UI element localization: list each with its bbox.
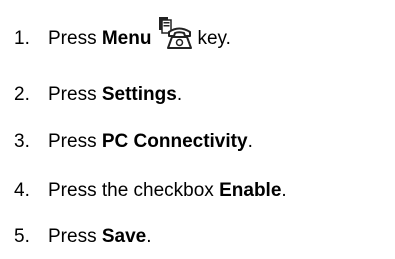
- step-text: Press: [48, 84, 97, 105]
- step-number: 1.: [14, 28, 30, 49]
- step-text-end: .: [247, 131, 253, 152]
- step-number: 3.: [14, 131, 30, 152]
- step-text-end: .: [146, 226, 152, 247]
- step-keyword: Menu: [101, 28, 152, 49]
- menu-key-icon: [157, 16, 195, 52]
- step-text-end: .: [176, 84, 183, 105]
- step-text: Press: [48, 28, 97, 49]
- step-5: 5. Press Save.: [14, 222, 152, 252]
- step-text: Press: [48, 131, 97, 152]
- step-4: 4. Press the checkbox Enable.: [14, 176, 287, 206]
- step-3: 3. Press PC Connectivity.: [14, 127, 253, 157]
- step-number: 5.: [14, 226, 30, 247]
- step-1: 1. Press Menu key.: [14, 17, 231, 54]
- step-keyword: Save: [101, 226, 147, 247]
- step-text-end: key.: [197, 28, 231, 49]
- step-keyword: Settings: [101, 84, 177, 105]
- step-number: 4.: [14, 180, 30, 201]
- step-keyword: Enable: [219, 180, 282, 201]
- step-text-end: .: [281, 180, 287, 201]
- step-number: 2.: [14, 84, 30, 105]
- instruction-steps: 1. Press Menu key. 2. Press Settings. 3.: [0, 0, 395, 259]
- step-text: Press the checkbox: [48, 180, 214, 201]
- step-keyword: PC Connectivity: [101, 131, 248, 152]
- step-text: Press: [48, 226, 97, 247]
- step-2: 2. Press Settings.: [14, 80, 182, 110]
